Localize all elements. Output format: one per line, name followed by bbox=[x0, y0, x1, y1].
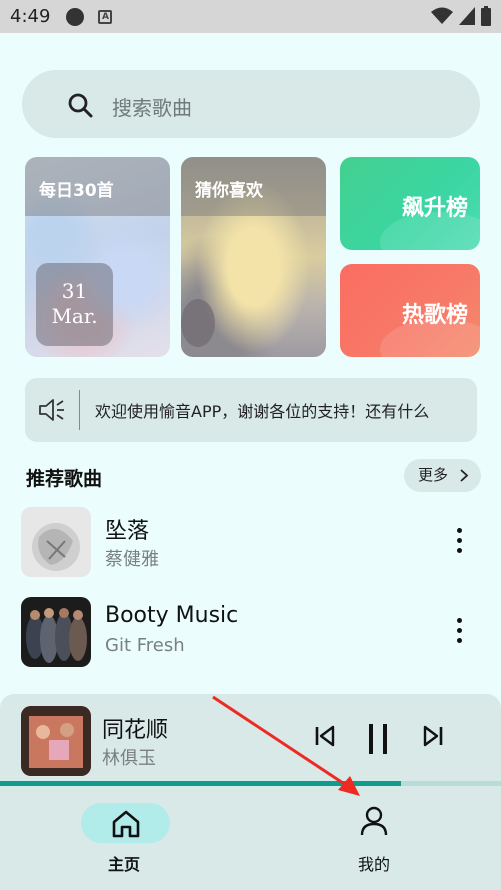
status-time: 4:49 bbox=[10, 6, 51, 27]
announcement-banner[interactable]: 欢迎使用愉音APP，谢谢各位的支持！还有什么 bbox=[25, 378, 477, 442]
guess-card-title: 猜你喜欢 bbox=[195, 181, 263, 201]
rising-chart-card[interactable]: 飙升榜 bbox=[340, 157, 480, 250]
song-cover bbox=[21, 597, 91, 667]
date-badge: 31 Mar. bbox=[36, 263, 113, 346]
more-label: 更多 bbox=[418, 466, 449, 484]
battery-icon bbox=[481, 6, 491, 26]
cover-art-decoration bbox=[181, 299, 215, 347]
song-title: 坠落 bbox=[105, 519, 150, 544]
song-artist: Git Fresh bbox=[105, 635, 185, 656]
now-playing-artist: 林俱玉 bbox=[102, 748, 156, 769]
rising-card-title: 飙升榜 bbox=[402, 196, 469, 221]
nav-me-label[interactable]: 我的 bbox=[358, 851, 390, 875]
pause-icon[interactable] bbox=[366, 722, 392, 756]
speaker-icon bbox=[39, 399, 64, 421]
wifi-icon bbox=[431, 7, 453, 24]
skip-next-icon[interactable] bbox=[422, 724, 444, 748]
date-month: Mar. bbox=[51, 304, 98, 328]
chevron-right-icon bbox=[460, 469, 469, 482]
divider bbox=[79, 390, 80, 430]
status-notification-icon bbox=[66, 7, 85, 26]
mini-player[interactable]: 同花顺 林俱玉 bbox=[0, 694, 501, 782]
search-placeholder: 搜索歌曲 bbox=[112, 96, 192, 120]
status-app-icon: A bbox=[98, 9, 113, 24]
more-button[interactable]: 更多 bbox=[404, 459, 481, 492]
search-icon bbox=[68, 93, 93, 118]
status-bar: 4:49 A bbox=[0, 0, 501, 33]
date-day: 31 bbox=[61, 279, 88, 303]
home-icon[interactable] bbox=[111, 810, 141, 838]
now-playing-cover bbox=[21, 706, 91, 776]
person-icon[interactable] bbox=[360, 806, 388, 836]
more-vert-icon[interactable] bbox=[451, 528, 467, 556]
skip-previous-icon[interactable] bbox=[314, 724, 336, 748]
daily-30-card[interactable]: 每日30首 31 Mar. bbox=[25, 157, 170, 357]
search-bar[interactable]: 搜索歌曲 bbox=[22, 70, 480, 138]
hot-chart-card[interactable]: 热歌榜 bbox=[340, 264, 480, 357]
nav-home-label[interactable]: 主页 bbox=[108, 851, 140, 875]
section-title: 推荐歌曲 bbox=[26, 468, 103, 490]
bottom-navigation: 主页 我的 bbox=[0, 786, 501, 890]
song-title: Booty Music bbox=[105, 603, 239, 628]
guess-you-like-card[interactable]: 猜你喜欢 bbox=[181, 157, 326, 357]
song-list-item[interactable]: Booty Music Git Fresh bbox=[21, 597, 481, 667]
daily-card-title: 每日30首 bbox=[39, 181, 114, 201]
announcement-text: 欢迎使用愉音APP，谢谢各位的支持！还有什么 bbox=[95, 402, 430, 421]
signal-icon bbox=[459, 7, 475, 25]
song-list-item[interactable]: 坠落 蔡健雅 bbox=[21, 507, 481, 577]
song-artist: 蔡健雅 bbox=[105, 549, 159, 570]
hot-card-title: 热歌榜 bbox=[402, 303, 469, 328]
song-cover bbox=[21, 507, 91, 577]
more-vert-icon[interactable] bbox=[451, 618, 467, 646]
now-playing-title: 同花顺 bbox=[102, 718, 169, 743]
